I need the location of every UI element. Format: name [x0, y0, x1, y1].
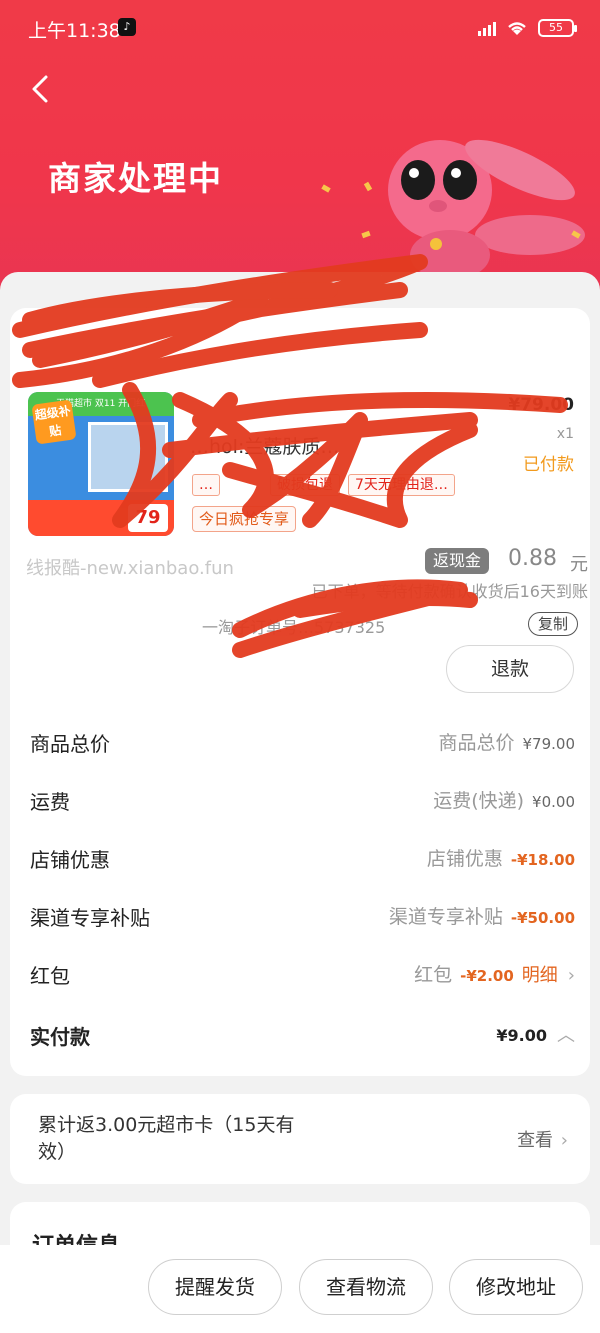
- price-row-paid[interactable]: 实付款 ¥9.00 ︿: [30, 1015, 575, 1055]
- row-value: ¥79.00: [522, 735, 576, 753]
- row-right: 店铺优惠 -¥18.00: [427, 844, 575, 871]
- row-desc: 店铺优惠: [426, 848, 503, 870]
- mascot-illustration: [388, 139, 585, 280]
- page-title: 商家处理中: [48, 159, 223, 198]
- rebate-pending-text: 已下单，等待付款确认收货后16天到账: [311, 582, 588, 601]
- supermarket-card[interactable]: 累计返3.00元超市卡（15天有效） 查看 ›: [10, 1094, 590, 1184]
- status-bar: 上午11:38 ♪ 55: [0, 0, 600, 56]
- row-label: 店铺优惠: [30, 848, 110, 872]
- view-label: 查看: [517, 1130, 554, 1151]
- price-row-shipping: 运费 运费(快递) ¥0.00: [30, 780, 575, 820]
- product-image[interactable]: 天猫超市 双11 开门红 超级补贴 79: [28, 392, 174, 536]
- bottom-action-bar: 提醒发货 查看物流 修改地址: [0, 1245, 600, 1333]
- paid-label: 实付款: [30, 1025, 90, 1049]
- view-link[interactable]: 查看 ›: [517, 1126, 568, 1152]
- order-number-text: 一淘子订单号…5737325: [202, 618, 386, 637]
- row-right: ¥9.00 ︿: [496, 1021, 575, 1047]
- change-address-button[interactable]: 修改地址: [449, 1259, 583, 1315]
- status-time: 上午11:38: [28, 20, 121, 42]
- row-right: 商品总价 ¥79.00: [438, 728, 575, 755]
- chevron-right-icon: ›: [560, 1130, 568, 1151]
- refund-button[interactable]: 退款: [446, 645, 574, 693]
- product-image-box: [88, 422, 168, 492]
- signal-icon: [478, 20, 496, 36]
- price-row-store-discount: 店铺优惠 店铺优惠 -¥18.00: [30, 838, 575, 878]
- paid-value: ¥9.00: [496, 1026, 547, 1045]
- row-desc: 运费(快递): [433, 790, 525, 812]
- cashback-unit: 元: [570, 554, 588, 575]
- status-icons: 55: [478, 18, 577, 38]
- wifi-icon: [508, 22, 526, 35]
- product-title[interactable]: …hol:兰蔻肤质…: [190, 432, 339, 459]
- watermark-text: 线报酷-new.xianbao.fun: [26, 558, 234, 579]
- view-logistics-button[interactable]: 查看物流: [299, 1259, 433, 1315]
- row-value: -¥18.00: [510, 851, 575, 869]
- row-label: 渠道专享补贴: [30, 906, 150, 930]
- row-desc: 渠道专享补贴: [388, 906, 503, 928]
- promo-tag: 今日疯抢专享: [192, 506, 297, 532]
- row-value: -¥50.00: [510, 909, 575, 927]
- row-value: ¥0.00: [532, 793, 575, 811]
- row-right: 运费(快递) ¥0.00: [433, 786, 575, 813]
- tiktok-icon: ♪: [118, 18, 136, 36]
- row-desc: 商品总价: [438, 732, 515, 754]
- remind-shipping-button[interactable]: 提醒发货: [148, 1259, 282, 1315]
- product-quantity: x1: [556, 426, 574, 442]
- price-row-channel-subsidy: 渠道专享补贴 渠道专享补贴 -¥50.00: [30, 896, 575, 936]
- chevron-up-icon: ︿: [557, 1025, 575, 1046]
- copy-button[interactable]: 复制: [528, 612, 578, 636]
- product-price: ¥79.00: [508, 395, 574, 415]
- row-label: 商品总价: [30, 732, 110, 756]
- chevron-right-icon: ›: [567, 965, 575, 986]
- cashback-value: 0.88: [508, 546, 557, 571]
- back-button[interactable]: [30, 74, 60, 108]
- product-image-badge: 超级补贴: [31, 399, 77, 445]
- row-label: 红包: [30, 964, 70, 988]
- row-desc: 红包: [414, 964, 453, 986]
- product-tag: 7天无理由退…: [348, 474, 455, 496]
- details-link[interactable]: 明细: [522, 961, 558, 987]
- row-right: 渠道专享补贴 -¥50.00: [389, 902, 575, 929]
- row-right: 红包 -¥2.00 明细 ›: [414, 960, 575, 987]
- product-image-price: 79: [128, 504, 168, 532]
- product-tag: 破损包退: [270, 474, 340, 496]
- battery-icon: 55: [538, 19, 577, 37]
- row-label: 运费: [30, 790, 70, 814]
- row-value: -¥2.00: [460, 967, 514, 985]
- cashback-badge: 返现金: [425, 548, 490, 574]
- supermarket-card-text: 累计返3.00元超市卡（15天有效）: [38, 1114, 295, 1163]
- price-row-total: 商品总价 商品总价 ¥79.00: [30, 722, 575, 762]
- chevron-left-icon: [32, 75, 48, 103]
- payment-status: 已付款: [523, 455, 574, 475]
- product-tag: …: [192, 474, 220, 496]
- price-row-red-packet[interactable]: 红包 红包 -¥2.00 明细 ›: [30, 954, 575, 994]
